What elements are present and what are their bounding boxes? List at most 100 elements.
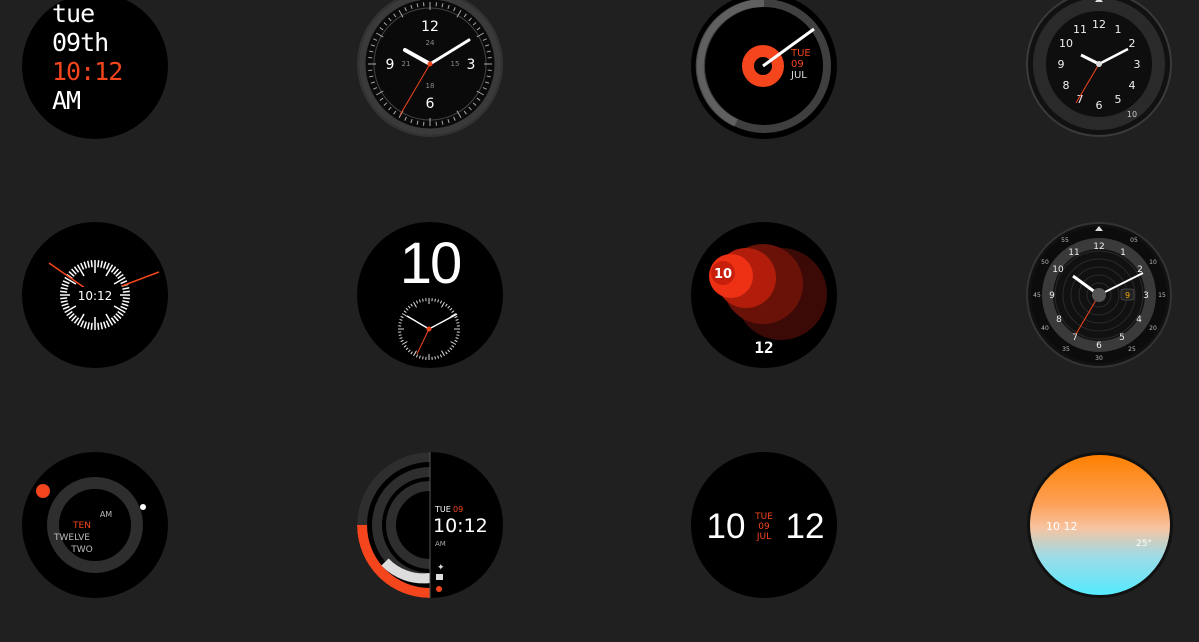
word-dial: AM TEN TWELVE TWO [36, 477, 146, 573]
tick-mark [437, 355, 440, 359]
time-label: 10:12 [78, 289, 113, 303]
tick-mark [456, 322, 460, 324]
watch-face-dual-dial[interactable]: 12 1 2 3 4 5 6 7 8 9 10 11 10 [1026, 0, 1172, 137]
tick-mark [439, 354, 443, 358]
numeral-2: 2 [1129, 37, 1136, 50]
tick-mark [73, 317, 80, 324]
watch-face-ticks-digital[interactable]: 10:12 [22, 222, 168, 368]
day-label: TUE [754, 512, 773, 522]
watch-face-digital-date[interactable]: 10 TUE 09 JUL 12 [691, 452, 837, 598]
watch-face-weather-gradient[interactable]: 10 12 25° [1027, 452, 1173, 598]
tick-mark [407, 305, 411, 309]
center-pin [1092, 288, 1106, 302]
tick-mark [115, 313, 122, 319]
watch-face-big-hour[interactable]: 10 [357, 222, 503, 368]
date-label: 09th [52, 28, 109, 57]
tick-mark [445, 351, 448, 355]
outer-numeral-20: 20 [1149, 325, 1157, 332]
numeral-12: 12 [421, 19, 439, 35]
numeral-10: 10 [1052, 265, 1064, 275]
ampm-label: AM [100, 510, 112, 519]
tick-mark [434, 356, 436, 360]
tick-mark [120, 305, 128, 310]
watch-face-split-activity[interactable]: TUE 09 10:12 AM ✦ [357, 452, 503, 598]
tick-mark [463, 13, 467, 18]
tick-mark [388, 106, 392, 111]
tick-mark [393, 110, 397, 115]
outer-numeral-25: 25 [1128, 346, 1136, 353]
tick-mark [115, 271, 122, 277]
tick-mark [447, 119, 450, 124]
month-label: JUL [790, 70, 807, 81]
numeral-12: 12 [1093, 242, 1104, 252]
tick-mark [482, 87, 487, 90]
tick-mark [62, 280, 70, 285]
center-pin [427, 61, 433, 67]
tick-mark [437, 299, 440, 303]
tick-mark [80, 262, 85, 270]
tick-mark [449, 347, 453, 351]
minute-hand [121, 271, 160, 287]
outer-numeral-05: 05 [1130, 237, 1138, 244]
center-pin [426, 326, 432, 332]
tick-mark [60, 297, 68, 300]
numeral-9: 9 [1049, 291, 1055, 301]
watch-face-word-clock[interactable]: AM TEN TWELVE TWO [22, 452, 168, 598]
tick-mark [418, 299, 421, 303]
day-label: tue [52, 0, 95, 28]
tick-mark [482, 38, 487, 41]
tick-mark [441, 3, 444, 8]
tick-mark [122, 300, 130, 304]
tick-mark [373, 38, 378, 41]
tick-mark [86, 322, 90, 330]
outer-numeral-40: 40 [1041, 325, 1049, 332]
tick-mark [468, 106, 472, 111]
tick-mark [369, 75, 374, 78]
tick-mark [60, 286, 68, 290]
tick-mark [379, 27, 384, 31]
tick-mark [100, 322, 104, 330]
tick-mark [416, 3, 419, 8]
watch-face-ring-date[interactable]: TUE 09 JUL [691, 0, 837, 139]
second-hand [416, 328, 430, 355]
outer-numeral-30: 30 [1095, 355, 1103, 362]
numeral-1: 1 [1120, 248, 1126, 258]
date-label: 09 [453, 505, 463, 514]
watch-face-24h-analog[interactable]: 12 3 6 9 24 15 18 21 [357, 0, 503, 137]
tick-mark [451, 345, 455, 348]
digital-dial: 10 TUE 09 JUL 12 [707, 507, 825, 546]
tick-mark [422, 356, 424, 360]
tick-mark [73, 266, 80, 273]
numeral-9: 9 [1058, 58, 1065, 71]
tick-mark [455, 318, 459, 321]
watch-face-sport-dial[interactable]: 05 10 15 20 25 30 35 40 45 50 55 12 1 2 … [1026, 222, 1172, 368]
heart-icon [436, 586, 442, 592]
tick-mark [71, 268, 77, 275]
tick-mark [83, 321, 88, 329]
tick-mark [68, 313, 75, 319]
tick-mark [455, 337, 459, 340]
tick-mark [486, 75, 491, 78]
time-label: 10 12 [1046, 520, 1078, 533]
minute-label: 12 [754, 338, 773, 357]
watch-face-text-date[interactable]: tue 09th 10:12 AM [22, 0, 168, 139]
tick-mark [410, 351, 413, 355]
sport-dial: 05 10 15 20 25 30 35 40 45 50 55 12 1 2 … [1031, 226, 1167, 363]
tick-mark [80, 320, 85, 328]
tick-mark [90, 322, 93, 330]
tick-mark [86, 260, 90, 268]
tick-mark [454, 339, 458, 343]
numeral-1: 1 [1115, 23, 1122, 36]
numeral-3: 3 [1143, 291, 1149, 301]
hour-label: 10 [707, 507, 746, 546]
tick-mark [370, 81, 375, 84]
temperature-label: 25° [1136, 539, 1152, 549]
tick-mark [97, 322, 100, 330]
tick-mark [102, 321, 107, 329]
numeral-3: 3 [467, 57, 476, 73]
tick-mark [472, 102, 477, 106]
tick-mark [407, 349, 411, 353]
watch-face-red-bubbles[interactable]: 10 12 [691, 222, 837, 368]
tick-mark [415, 354, 419, 358]
date-label: 09 [791, 59, 804, 70]
